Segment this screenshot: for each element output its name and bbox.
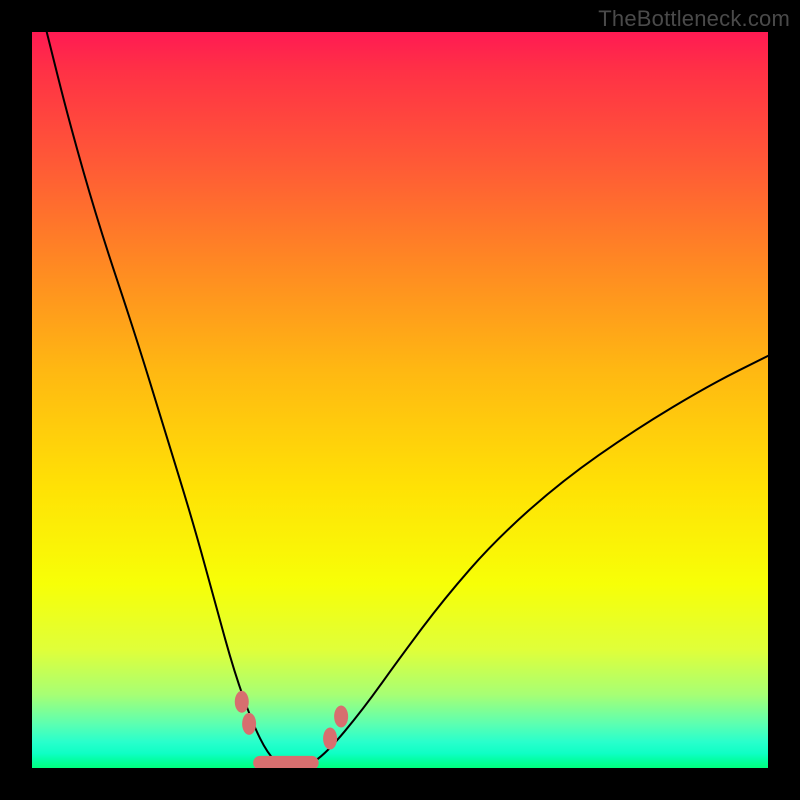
chart-frame: TheBottleneck.com	[0, 0, 800, 800]
curve-marker	[242, 713, 256, 735]
curve-marker	[235, 691, 249, 713]
curve-marker	[323, 728, 337, 750]
curve-svg	[32, 32, 768, 768]
curve-markers	[235, 691, 348, 750]
watermark-text: TheBottleneck.com	[598, 6, 790, 32]
bottleneck-curve	[47, 32, 768, 768]
plot-area	[32, 32, 768, 768]
curve-marker	[334, 705, 348, 727]
